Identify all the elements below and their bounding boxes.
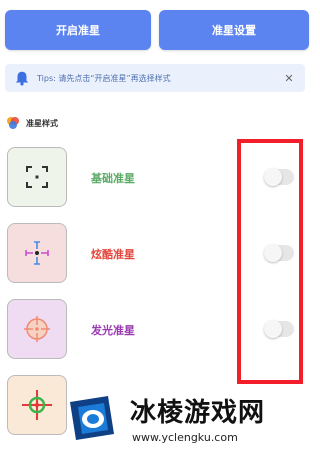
- crosshair-label: 发光准星: [91, 324, 135, 337]
- target-crosshair-icon: [22, 390, 52, 420]
- crosshair-thumbnail[interactable]: [7, 223, 67, 283]
- basic-crosshair-icon: [26, 166, 48, 188]
- crosshair-label: 基础准星: [91, 172, 135, 185]
- crosshair-settings-label: 准星设置: [212, 24, 256, 37]
- section-title: 准星样式: [26, 118, 58, 128]
- bell-icon: [15, 71, 29, 86]
- tips-text: Tips: 请先点击“开启准星”再选择样式: [37, 73, 171, 83]
- crosshair-style-heading: 准星样式: [6, 115, 58, 131]
- crosshair-settings-button[interactable]: 准星设置: [159, 10, 309, 50]
- app-logo-icon: [7, 117, 19, 129]
- watermark-url: www.yclengku.com: [132, 431, 238, 444]
- cool-crosshair-icon: [25, 241, 49, 265]
- crosshair-thumbnail[interactable]: [7, 147, 67, 207]
- close-icon[interactable]: ✕: [279, 68, 299, 88]
- tips-banner: Tips: 请先点击“开启准星”再选择样式 ✕: [5, 64, 305, 92]
- open-crosshair-button[interactable]: 开启准星: [5, 10, 151, 50]
- watermark-logo-icon: [70, 396, 114, 440]
- watermark: 冰棱游戏网 www.yclengku.com: [64, 388, 315, 450]
- watermark-title: 冰棱游戏网: [130, 398, 266, 428]
- toggle-highlight-box: [237, 139, 303, 384]
- open-crosshair-label: 开启准星: [56, 24, 100, 37]
- crosshair-thumbnail[interactable]: [7, 375, 67, 435]
- crosshair-label: 炫酷准星: [91, 248, 135, 261]
- glow-crosshair-icon: [24, 316, 50, 342]
- crosshair-thumbnail[interactable]: [7, 299, 67, 359]
